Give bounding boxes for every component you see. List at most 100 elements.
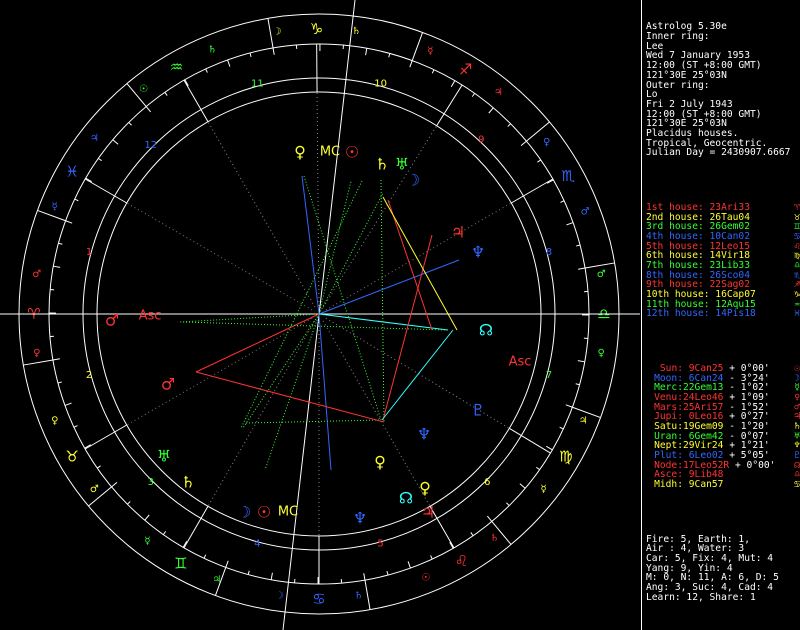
header-line: Inner ring: [646, 31, 710, 43]
planet-glyph-icon: ☽ [406, 171, 420, 190]
degree-tick [388, 53, 391, 58]
house-number: 5 [377, 538, 383, 549]
degree-tick [145, 106, 152, 113]
planet-glyph-icon: ♆ [353, 509, 367, 528]
zodiac-sign-icon: ♋ [312, 590, 325, 608]
aspect-line [382, 196, 458, 331]
planet-glyph-icon: ♃ [451, 223, 465, 242]
tick-guide [149, 31, 250, 78]
planet-glyph-icon: ♇ [471, 401, 485, 420]
house-axis-line [322, 320, 431, 507]
house-row: 12th house: 14Pis18 ♓ [646, 309, 800, 319]
zodiac-sign-icon: ♍ [559, 448, 572, 466]
planet-glyph-icon: ♅ [157, 447, 171, 466]
ruler-glyph-icon: ♂ [597, 269, 606, 280]
degree-tick [560, 200, 565, 203]
degree-tick [57, 381, 62, 384]
ruler-glyph-icon: ♄ [208, 44, 217, 55]
planet-speed: + 0°00' [729, 459, 776, 471]
degree-tick [128, 122, 132, 126]
aspect-line [380, 179, 385, 423]
planet-glyph-icon: ♆ [417, 425, 431, 444]
house-number: 7 [546, 370, 552, 381]
tick-guide [54, 104, 118, 195]
planet-glyph-icon: ♂ [105, 311, 119, 330]
house-cusp-line [84, 178, 127, 204]
ruler-glyph-icon: ☿ [52, 202, 58, 213]
zodiac-sign-icon: ♑ [310, 20, 323, 38]
ruler-glyph-icon: ♀ [51, 415, 58, 426]
degree-tick [227, 59, 231, 67]
degree-tick [566, 222, 574, 226]
planet-info: Midh: 9Can57 [646, 480, 786, 490]
zodiac-sign-icon: ♊ [174, 554, 187, 572]
degree-tick [98, 157, 102, 162]
aspect-line [245, 419, 382, 424]
degree-tick [486, 515, 493, 522]
degree-tick [144, 514, 150, 521]
degree-tick [450, 80, 456, 87]
planet-row: Midh: 9Can57 ♋ [646, 480, 800, 490]
chart-wheel-area: ♑ ♄ ☽ ♐ ♃ ☿ ♏ ♂ ♀ ♎ ♀ ♂ ♍ ☿ ♃ ♌ ☉ ♄ ♋ ☽ ♄ ♊ ☿ ♃ ♉ ♀ ♂ ♈ ♂ ♀ ♓ ♃ ☿ ♒ ♄ ☉ 10 9 8… [0, 0, 640, 630]
tick-guide [555, 144, 602, 245]
degree-tick [430, 555, 433, 560]
degree-tick [578, 267, 586, 270]
stat-line: Learn: 12, Share: 1 [646, 591, 756, 603]
aspect-line [179, 313, 320, 323]
degree-tick [53, 265, 61, 268]
ruler-glyph-icon: ♃ [579, 415, 588, 426]
planet-glyph-icon: ♂ [161, 375, 175, 394]
degree-tick [575, 383, 580, 386]
planet-glyph-icon: ♆ [471, 243, 485, 262]
degree-tick [247, 570, 250, 575]
sign-divider [584, 262, 615, 269]
degree-tick [58, 242, 63, 245]
tick-guide [520, 433, 584, 524]
house-axis-line [316, 92, 320, 307]
tick-guide [598, 285, 608, 396]
ruler-glyph-icon: ☉ [139, 84, 148, 95]
house-number: 6 [484, 477, 490, 488]
aspect-line [195, 371, 385, 423]
ruler-glyph-icon: ☿ [541, 484, 547, 495]
ruler-glyph-icon: ♀ [543, 137, 550, 148]
ruler-glyph-icon: ♃ [90, 133, 99, 144]
house-number: 9 [478, 134, 484, 145]
element-statistics: Fire: 5, Earth: 1, Air : 4, Water: 3 Car: … [646, 534, 800, 603]
degree-tick [546, 445, 553, 451]
zodiac-sign-icon: ♏ [562, 167, 576, 185]
aspect-line [318, 313, 332, 471]
planet-glyph-icon: ♀ [374, 453, 386, 472]
house-cusp-line [436, 84, 463, 126]
degree-tick [64, 402, 72, 406]
degree-tick [203, 554, 207, 559]
tick-guide [290, 24, 401, 34]
planet-glyph-icon: ☊ [399, 489, 413, 508]
sign-divider [23, 359, 54, 366]
house-number: 11 [251, 79, 264, 90]
planet-glyph-icon: Asc [139, 309, 162, 324]
degree-tick [431, 69, 435, 74]
chart-header: Astrolog 5.30e Inner ring: Lee Wed 7 Januar… [646, 22, 800, 158]
planet-name: Midh: [654, 479, 683, 491]
planet-glyph-icon: ☊ [479, 321, 493, 340]
ruler-glyph-icon: ♀ [598, 348, 605, 359]
header-line: Outer ring: [646, 79, 710, 91]
planet-glyph-icon: ♋ [794, 479, 800, 491]
aspect-line [303, 175, 382, 421]
planet-positions-list: Sun: 9Can25 + 0°00' ☉ Moon: 6Can24 - 3°24'… [646, 364, 800, 490]
house-axis-line [207, 320, 316, 507]
house-number: 4 [254, 538, 260, 549]
degree-tick [205, 68, 208, 73]
planet-glyph-icon: MC [278, 505, 298, 520]
degree-tick [507, 123, 511, 127]
planet-glyph-icon: ☽ [237, 503, 251, 522]
degree-tick [519, 483, 526, 489]
planet-glyph-icon: Asc [509, 355, 532, 370]
degree-tick [365, 48, 368, 56]
zodiac-sign-icon: ♉ [65, 448, 78, 466]
degree-tick [112, 139, 119, 145]
ruler-glyph-icon: ♄ [352, 26, 361, 37]
degree-tick [565, 404, 573, 408]
degree-tick [471, 93, 476, 97]
